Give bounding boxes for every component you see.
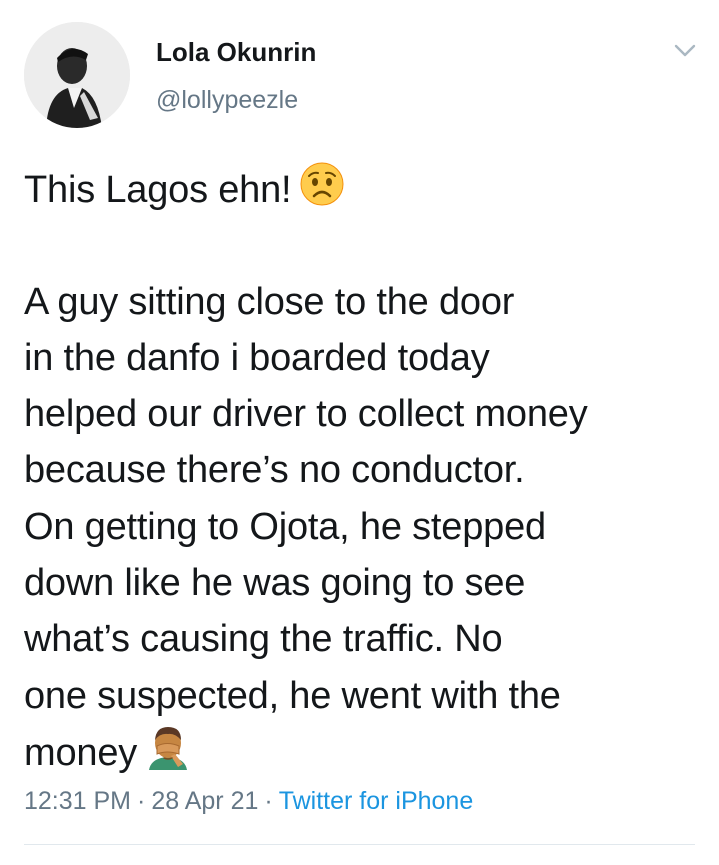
tweet-line: money xyxy=(24,724,704,780)
tweet-line: down like he was going to see xyxy=(24,562,526,605)
separator: · xyxy=(264,787,273,815)
tweet-line: This Lagos ehn! xyxy=(24,161,704,217)
profile-photo-icon xyxy=(24,22,130,128)
tweet-line xyxy=(24,217,704,273)
worried-face-emoji-icon xyxy=(299,161,345,223)
tweet-line: because there’s no conductor. xyxy=(24,449,525,492)
chevron-down-icon[interactable] xyxy=(672,38,698,62)
tweet-line: one suspected, he went with the xyxy=(24,674,561,717)
tweet-time[interactable]: 12:31 PM xyxy=(24,787,131,815)
tweet-line: what’s causing the traffic. No xyxy=(24,618,503,661)
tweet: Lola Okunrin @lollypeezle This Lagos ehn… xyxy=(0,0,719,865)
facepalm-emoji-icon xyxy=(145,724,191,786)
tweet-line: helped our driver to collect money xyxy=(24,393,588,436)
source-link[interactable]: Twitter for iPhone xyxy=(279,787,474,815)
author-name[interactable]: Lola Okunrin xyxy=(156,36,316,68)
tweet-line: in the danfo i boarded today xyxy=(24,336,490,379)
avatar[interactable] xyxy=(24,22,130,128)
author-handle[interactable]: @lollypeezle xyxy=(156,84,298,116)
divider xyxy=(24,844,695,845)
separator: · xyxy=(137,787,146,815)
tweet-text: This Lagos ehn! A guy sitting close to t… xyxy=(24,161,704,780)
tweet-meta: 12:31 PM · 28 Apr 21 · Twitter for iPhone xyxy=(24,784,473,818)
tweet-line: A guy sitting close to the door xyxy=(24,280,515,323)
tweet-date[interactable]: 28 Apr 21 xyxy=(151,787,258,815)
tweet-line: On getting to Ojota, he stepped xyxy=(24,505,546,548)
